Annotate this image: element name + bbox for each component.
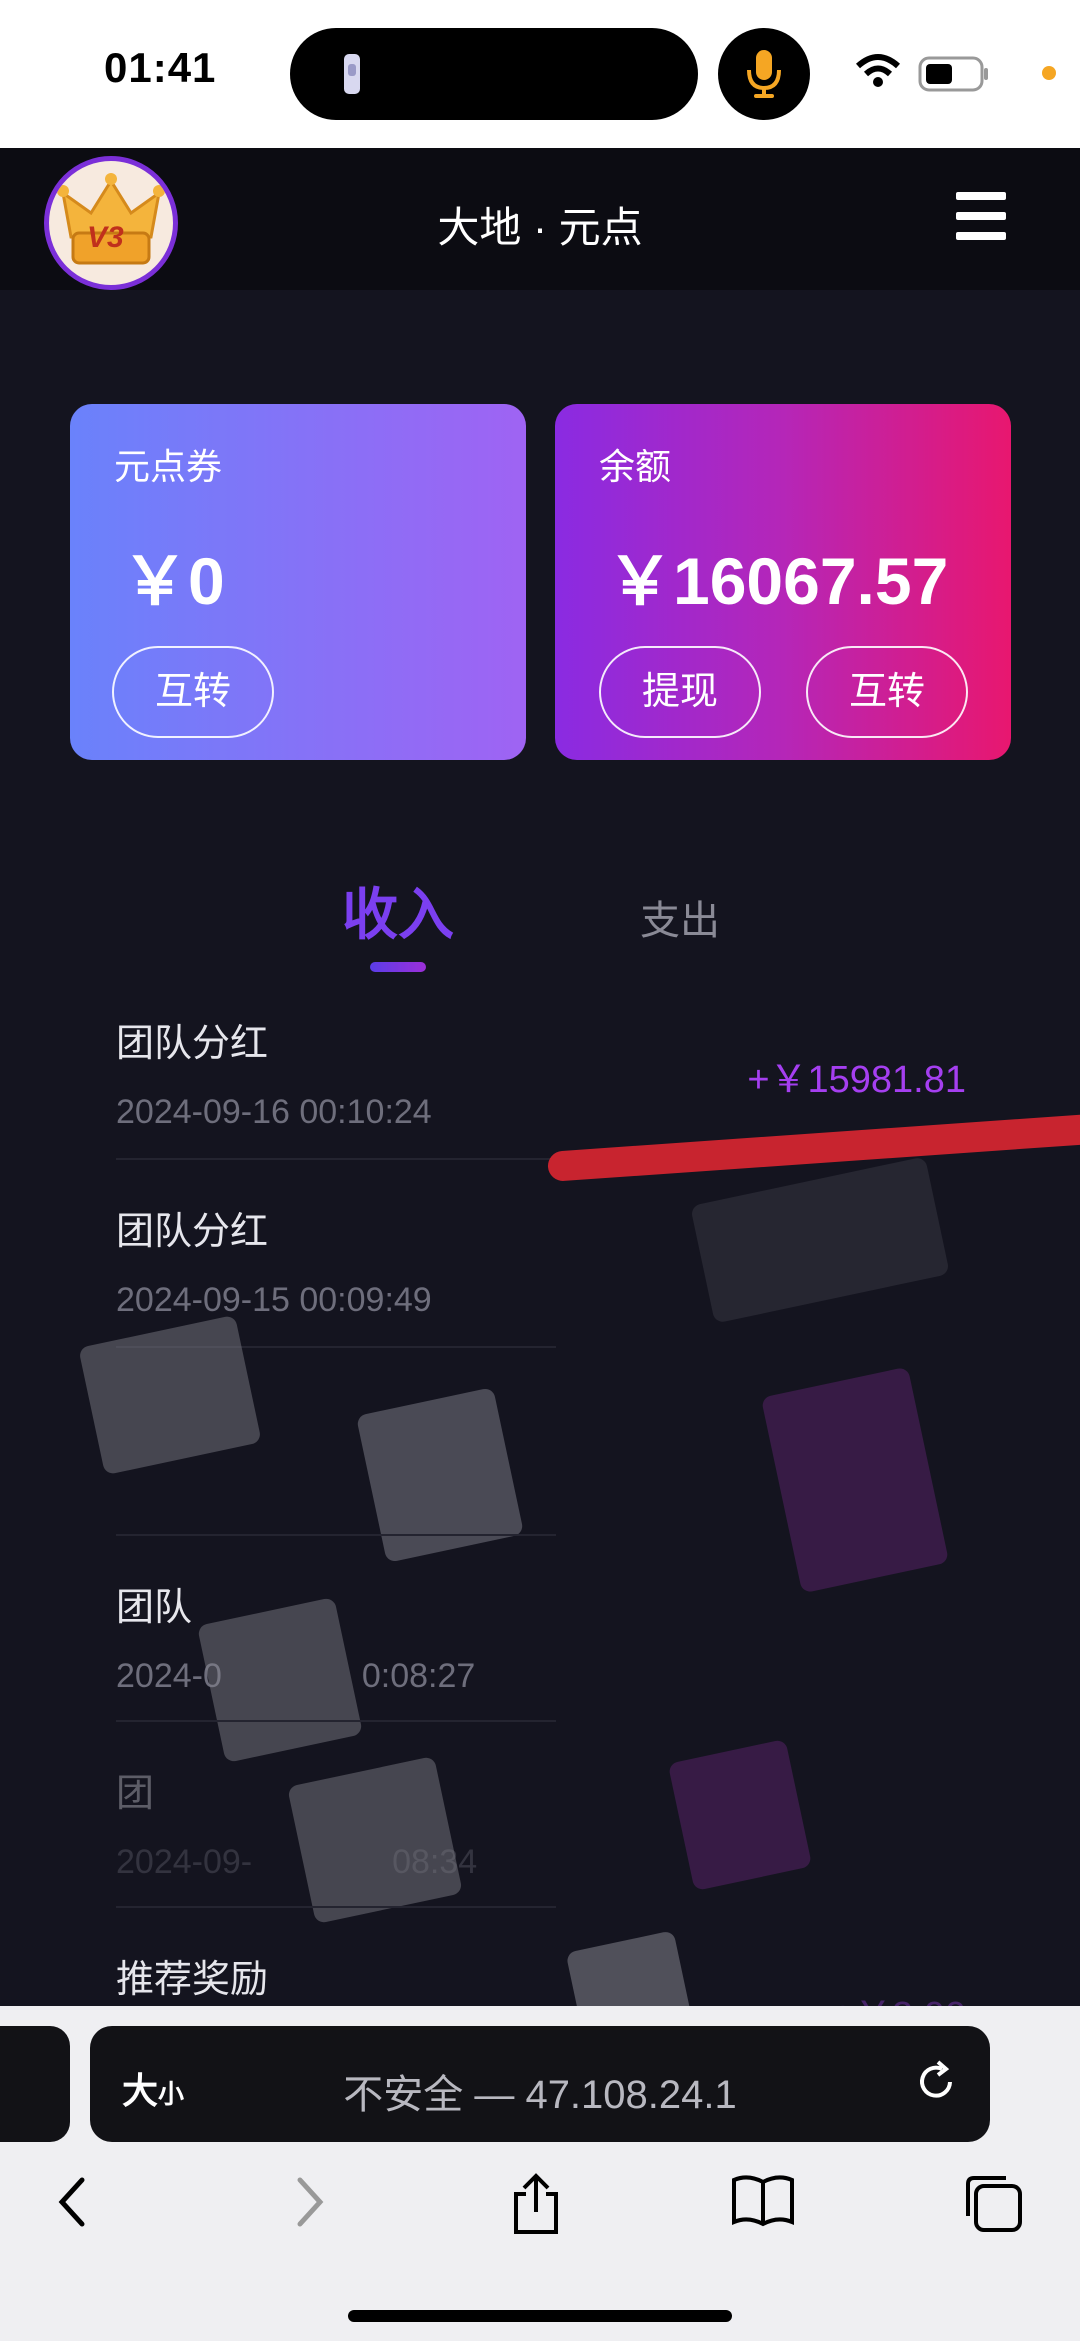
page-title: 大地 · 元点 xyxy=(437,204,643,251)
item-title: 团 xyxy=(116,1773,155,1815)
balance-card: 余额 ￥16067.57 提现 互转 xyxy=(555,404,1011,760)
privacy-dot xyxy=(1042,66,1056,80)
item-time: 2024-09- 08:34 xyxy=(116,1843,478,1881)
balance-transfer-button[interactable]: 互转 xyxy=(806,646,968,738)
scribble-redaction xyxy=(287,1755,463,1925)
item-amount: +￥15981.81 xyxy=(747,1059,966,1101)
withdraw-button[interactable]: 提现 xyxy=(599,646,761,738)
browser-toolbar-area: 大小 不安全 — 47.108.24.1 xyxy=(0,2006,1080,2341)
battery-icon xyxy=(918,56,988,92)
coupon-amount: ￥0 xyxy=(122,544,225,618)
previous-tab-stub[interactable] xyxy=(0,2026,70,2142)
coupon-transfer-button[interactable]: 互转 xyxy=(112,646,274,738)
active-tab-indicator xyxy=(370,962,426,972)
address-bar[interactable]: 大小 不安全 — 47.108.24.1 xyxy=(90,2026,990,2142)
address-text[interactable]: 不安全 — 47.108.24.1 xyxy=(90,2062,990,2120)
coupon-card: 元点券 ￥0 互转 xyxy=(70,404,526,760)
scribble-redaction xyxy=(355,1387,525,1563)
divider xyxy=(116,1720,556,1722)
scribble-redaction xyxy=(78,1314,262,1476)
balance-amount: ￥16067.57 xyxy=(607,544,949,618)
list-item[interactable]: 团 2024-09- 08:34 xyxy=(116,1762,966,1882)
list-item[interactable]: 推荐奖励 +￥3.00 xyxy=(116,1948,966,2037)
flashlight-icon xyxy=(344,54,360,94)
bookmarks-icon[interactable] xyxy=(730,2172,796,2228)
microphone-icon xyxy=(747,50,781,98)
share-icon[interactable] xyxy=(508,2172,564,2236)
divider xyxy=(116,1158,556,1160)
divider xyxy=(116,1534,556,1536)
microphone-indicator xyxy=(718,28,810,120)
status-time: 01:41 xyxy=(104,44,217,91)
divider xyxy=(116,1906,556,1908)
tab-income[interactable]: 收入 xyxy=(342,870,454,951)
back-icon[interactable] xyxy=(52,2172,92,2232)
tab-expense[interactable]: 支出 xyxy=(640,888,720,946)
tabs-icon[interactable] xyxy=(962,2172,1024,2234)
balance-label: 余额 xyxy=(599,446,672,487)
coupon-label: 元点券 xyxy=(114,446,223,487)
scribble-redaction xyxy=(760,1366,950,1594)
reload-icon[interactable] xyxy=(912,2058,960,2106)
status-bar: 01:41 xyxy=(0,0,1080,148)
wifi-icon xyxy=(856,54,900,87)
list-item[interactable]: 团队分红 2024-09-16 00:10:24 +￥15981.81 xyxy=(116,1012,966,1132)
scribble-redaction xyxy=(196,1596,364,1764)
menu-icon[interactable] xyxy=(956,192,1006,240)
app-header: V3 大地 · 元点 xyxy=(0,148,1080,290)
home-indicator xyxy=(348,2310,732,2322)
forward-icon[interactable] xyxy=(290,2172,330,2232)
dynamic-island xyxy=(290,28,698,120)
